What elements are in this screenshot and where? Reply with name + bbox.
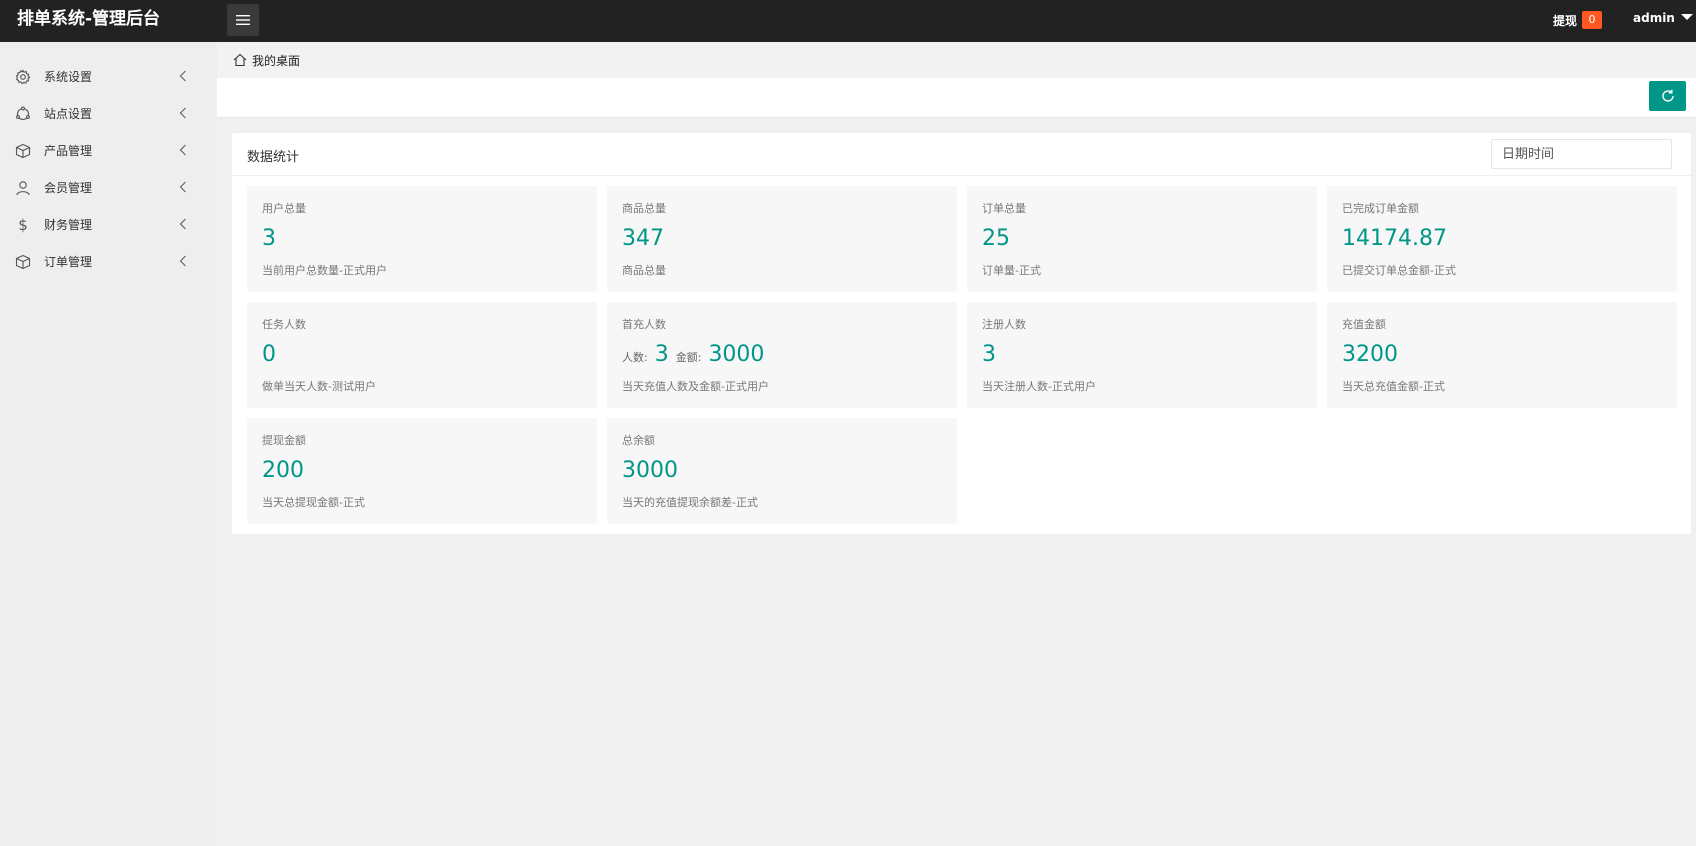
sidebar-item-member-management[interactable]: 会员管理: [0, 169, 217, 206]
stat-value: 200: [262, 458, 304, 483]
amount-value: 3000: [708, 342, 765, 367]
stat-value: 25: [982, 226, 1010, 251]
stat-title: 提现金额: [262, 434, 306, 447]
sidebar-item-label: 产品管理: [44, 144, 93, 158]
stat-card-registered-users: 注册人数 3 当天注册人数-正式用户: [967, 302, 1317, 408]
chevron-left-icon: [179, 70, 186, 82]
sidebar-item-label: 财务管理: [44, 218, 93, 232]
sidebar-item-label: 系统设置: [44, 70, 93, 84]
app-title: 排单系统-管理后台: [17, 9, 161, 29]
dollar-icon: $: [18, 215, 28, 234]
sidebar-item-label: 站点设置: [44, 107, 93, 121]
sidebar-item-product-management[interactable]: 产品管理: [0, 132, 217, 169]
caret-down-icon: [1680, 13, 1693, 20]
sidebar-item-label: 会员管理: [44, 181, 93, 195]
refresh-icon: [1661, 89, 1674, 102]
panel-title: 数据统计: [247, 150, 300, 165]
stat-title: 商品总量: [622, 202, 666, 215]
stat-value-group: 人数: 3 金额: 3000: [622, 342, 764, 367]
amount-label: 金额:: [675, 351, 702, 364]
stat-desc: 已提交订单总金额-正式: [1342, 264, 1456, 277]
stat-title: 已完成订单金额: [1342, 202, 1419, 215]
stat-card-recharge-amount: 充值金额 3200 当天总充值金额-正式: [1327, 302, 1677, 408]
stat-title: 用户总量: [262, 202, 306, 215]
gear-icon: [14, 68, 32, 86]
stat-value: 3000: [622, 458, 678, 483]
home-icon: [233, 53, 247, 67]
withdraw-label: 提现: [1553, 13, 1578, 28]
people-count-label: 人数:: [622, 351, 648, 364]
stat-desc: 当前用户总数量-正式用户: [262, 264, 387, 277]
stat-title: 订单总量: [982, 202, 1026, 215]
people-count-value: 3: [654, 342, 669, 367]
stat-value: 3: [262, 226, 276, 251]
stat-desc: 商品总量: [622, 264, 666, 277]
user-name: admin: [1633, 11, 1675, 25]
stat-card-total-orders: 订单总量 25 订单量-正式: [967, 186, 1317, 292]
date-time-input[interactable]: [1491, 139, 1672, 169]
stat-card-total-users: 用户总量 3 当前用户总数量-正式用户: [247, 186, 597, 292]
chevron-left-icon: [179, 218, 186, 230]
stat-desc: 做单当天人数-测试用户: [262, 380, 376, 393]
stat-title: 首充人数: [622, 318, 666, 331]
user-menu[interactable]: admin: [1633, 11, 1693, 25]
sidebar-item-finance-management[interactable]: $ 财务管理: [0, 206, 217, 243]
stat-value: 347: [622, 226, 664, 251]
breadcrumb-item-desktop[interactable]: 我的桌面: [252, 52, 300, 69]
stat-title: 总余额: [622, 434, 655, 447]
site-icon: [14, 105, 32, 123]
top-header: 排单系统-管理后台 提现 0 admin: [0, 0, 1696, 42]
menu-icon: [236, 15, 250, 25]
menu-toggle-button[interactable]: [227, 4, 259, 36]
stat-value: 3200: [1342, 342, 1398, 367]
panel-header: 数据统计: [232, 133, 1691, 176]
breadcrumb: 我的桌面: [217, 42, 1696, 78]
stat-desc: 当天的充值提现余额差-正式: [622, 496, 758, 509]
sidebar: 系统设置 站点设置 产品管理 会员管理 $ 财务管理 订单管理: [0, 42, 217, 846]
stat-card-completed-order-amount: 已完成订单金额 14174.87 已提交订单总金额-正式: [1327, 186, 1677, 292]
stat-card-total-balance: 总余额 3000 当天的充值提现余额差-正式: [607, 418, 957, 524]
stat-desc: 当天总充值金额-正式: [1342, 380, 1445, 393]
stat-title: 任务人数: [262, 318, 306, 331]
chevron-left-icon: [179, 181, 186, 193]
withdraw-count-badge: 0: [1582, 11, 1603, 29]
order-box-icon: [14, 253, 32, 271]
chevron-left-icon: [179, 144, 186, 156]
stat-card-first-recharge: 首充人数 人数: 3 金额: 3000 当天充值人数及金额-正式用户: [607, 302, 957, 408]
user-icon: [14, 179, 32, 197]
sidebar-item-system-settings[interactable]: 系统设置: [0, 58, 217, 95]
chevron-left-icon: [179, 255, 186, 267]
refresh-button[interactable]: [1649, 81, 1686, 111]
stat-desc: 订单量-正式: [982, 264, 1041, 277]
stat-title: 充值金额: [1342, 318, 1386, 331]
toolbar: [217, 78, 1696, 118]
stat-title: 注册人数: [982, 318, 1026, 331]
stat-value: 3: [982, 342, 996, 367]
stat-card-withdraw-amount: 提现金额 200 当天总提现金额-正式: [247, 418, 597, 524]
box-icon: [14, 142, 32, 160]
stat-card-total-products: 商品总量 347 商品总量: [607, 186, 957, 292]
sidebar-item-site-settings[interactable]: 站点设置: [0, 95, 217, 132]
withdraw-notice[interactable]: 提现 0: [1553, 11, 1603, 29]
sidebar-item-order-management[interactable]: 订单管理: [0, 243, 217, 280]
chevron-left-icon: [179, 107, 186, 119]
stat-desc: 当天总提现金额-正式: [262, 496, 365, 509]
stat-value: 14174.87: [1342, 226, 1447, 251]
sidebar-item-label: 订单管理: [44, 255, 93, 269]
stat-card-task-users: 任务人数 0 做单当天人数-测试用户: [247, 302, 597, 408]
stat-desc: 当天充值人数及金额-正式用户: [622, 380, 769, 393]
stats-panel: 数据统计 用户总量 3 当前用户总数量-正式用户 商品总量 347 商品总量 订…: [232, 133, 1691, 534]
stat-value: 0: [262, 342, 276, 367]
stat-desc: 当天注册人数-正式用户: [982, 380, 1096, 393]
